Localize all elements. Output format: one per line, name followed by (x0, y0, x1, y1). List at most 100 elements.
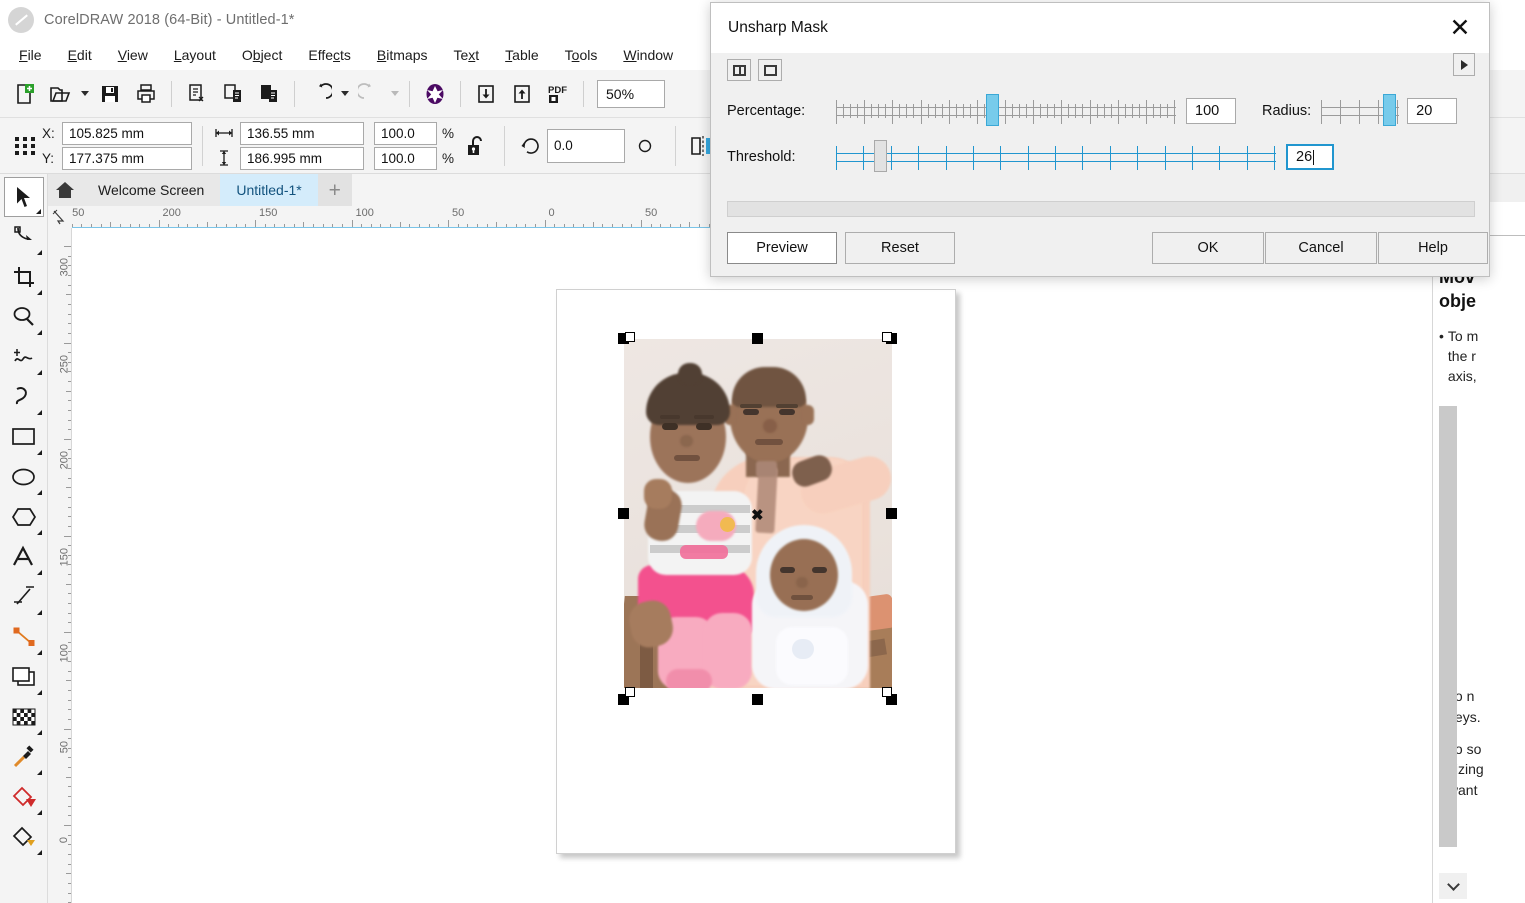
open-document-button[interactable] (42, 76, 78, 112)
vertical-ruler[interactable]: 300 250 200 150 100 50 0 (48, 228, 72, 903)
percentage-input[interactable]: 100 (1186, 98, 1236, 124)
print-button[interactable] (128, 76, 164, 112)
home-icon[interactable] (48, 174, 82, 206)
selection-handle-ml[interactable] (618, 508, 629, 519)
parallel-dimension-tool[interactable] (4, 577, 44, 617)
hint-scroll-down-button[interactable] (1439, 873, 1467, 899)
object-origin-grid-icon[interactable] (8, 133, 42, 159)
expand-dialog-button[interactable] (1453, 53, 1475, 76)
y-position-input[interactable]: 177.375 mm (62, 146, 192, 170)
menu-item-effects[interactable]: Effects (295, 43, 364, 67)
redo-button[interactable] (352, 76, 388, 112)
radius-slider[interactable] (1321, 94, 1400, 127)
width-input[interactable]: 136.55 mm (240, 121, 364, 145)
ruler-minor-tick (100, 224, 102, 227)
help-button[interactable]: Help (1378, 232, 1488, 264)
ellipse-tool[interactable] (4, 457, 44, 497)
selection-handle-inner-tl[interactable] (625, 332, 635, 342)
scale-x-input[interactable]: 100.0 (374, 121, 437, 145)
reset-button[interactable]: Reset (845, 232, 955, 264)
selection-handle-inner-br[interactable] (882, 687, 892, 697)
drop-shadow-tool[interactable] (4, 657, 44, 697)
menu-item-text[interactable]: Text (440, 43, 492, 67)
ruler-minor-tick (68, 564, 71, 566)
import-button[interactable] (468, 76, 504, 112)
ruler-minor-tick (68, 718, 71, 720)
color-eyedropper-tool[interactable] (4, 737, 44, 777)
smart-fill-tool[interactable] (4, 817, 44, 857)
menu-item-view[interactable]: View (105, 43, 161, 67)
tab-untitled-1[interactable]: Untitled-1* (220, 174, 318, 206)
tab-welcome-screen[interactable]: Welcome Screen (82, 174, 221, 206)
corel-connect-button[interactable] (417, 76, 453, 112)
paste-button[interactable] (251, 76, 287, 112)
redo-history-caret[interactable] (388, 76, 402, 112)
menu-item-object[interactable]: Object (229, 43, 295, 67)
expand-arrow-icon (1460, 59, 1468, 70)
transparency-tool[interactable] (4, 697, 44, 737)
threshold-slider[interactable] (836, 140, 1276, 173)
percentage-slider[interactable] (836, 94, 1176, 127)
text-tool[interactable] (4, 537, 44, 577)
cancel-button[interactable]: Cancel (1265, 232, 1377, 264)
slider-thumb[interactable] (1382, 94, 1396, 126)
slider-thumb[interactable] (986, 94, 1000, 126)
drawing-canvas[interactable]: ✖ (72, 228, 1432, 903)
selection-handle-mr[interactable] (886, 508, 897, 519)
cut-button[interactable] (179, 76, 215, 112)
zoom-level-input[interactable]: 50% (597, 79, 665, 108)
export-button[interactable] (504, 76, 540, 112)
rotation-input[interactable]: 0.0 (547, 128, 626, 163)
menu-item-edit[interactable]: Edit (55, 43, 105, 67)
save-document-button[interactable] (92, 76, 128, 112)
single-preview-button[interactable] (758, 59, 782, 81)
freehand-tool[interactable] (4, 337, 44, 377)
crop-tool[interactable] (4, 257, 44, 297)
unlocked-padlock-icon[interactable] (460, 133, 494, 159)
connector-tool[interactable] (4, 617, 44, 657)
split-preview-button[interactable] (727, 59, 751, 81)
zoom-tool[interactable] (4, 297, 44, 337)
interactive-fill-tool[interactable] (4, 777, 44, 817)
polygon-tool[interactable] (4, 497, 44, 537)
add-document-tab-button[interactable]: + (317, 174, 352, 206)
height-input[interactable]: 186.995 mm (240, 146, 364, 170)
publish-pdf-button[interactable]: PDF (540, 76, 576, 112)
menu-item-table[interactable]: Table (492, 43, 551, 67)
menu-item-bitmaps[interactable]: Bitmaps (364, 43, 441, 67)
slider-minor-tick (913, 104, 915, 118)
selection-handle-inner-tr[interactable] (882, 332, 892, 342)
menu-item-layout[interactable]: Layout (161, 43, 229, 67)
ruler-minor-tick (68, 274, 71, 276)
slider-thumb[interactable] (874, 140, 888, 172)
menu-item-file[interactable]: File (6, 43, 55, 67)
ruler-origin-icon[interactable] (48, 206, 72, 228)
window-title: CorelDRAW 2018 (64-Bit) - Untitled-1* (44, 12, 295, 28)
x-position-input[interactable]: 105.825 mm (62, 121, 192, 145)
artistic-media-tool[interactable] (4, 377, 44, 417)
close-icon[interactable]: ✕ (1439, 9, 1481, 47)
selection-handle-inner-bl[interactable] (625, 687, 635, 697)
ok-button[interactable]: OK (1152, 232, 1264, 264)
menu-item-tools[interactable]: Tools (552, 43, 611, 67)
undo-button[interactable] (302, 76, 338, 112)
ruler-minor-tick (669, 224, 671, 227)
undo-history-caret[interactable] (338, 76, 352, 112)
radius-input[interactable]: 20 (1407, 98, 1458, 124)
shape-tool[interactable] (4, 217, 44, 257)
threshold-input[interactable]: 26 (1286, 144, 1334, 170)
copy-button[interactable] (215, 76, 251, 112)
slider-minor-tick (1068, 104, 1070, 118)
pick-tool[interactable] (3, 177, 44, 217)
preview-button[interactable]: Preview (727, 232, 837, 264)
new-document-button[interactable] (6, 76, 42, 112)
rectangle-tool[interactable] (4, 417, 44, 457)
hint-scroll-thumb[interactable] (1439, 406, 1457, 847)
selection-handle-tc[interactable] (752, 333, 763, 344)
menu-item-window[interactable]: Window (610, 43, 686, 67)
open-recent-caret[interactable] (78, 76, 92, 112)
slider-minor-tick (899, 104, 901, 118)
scale-y-input[interactable]: 100.0 (374, 146, 437, 170)
selection-handle-bc[interactable] (752, 694, 763, 705)
radius-label: Radius: (1262, 103, 1312, 119)
